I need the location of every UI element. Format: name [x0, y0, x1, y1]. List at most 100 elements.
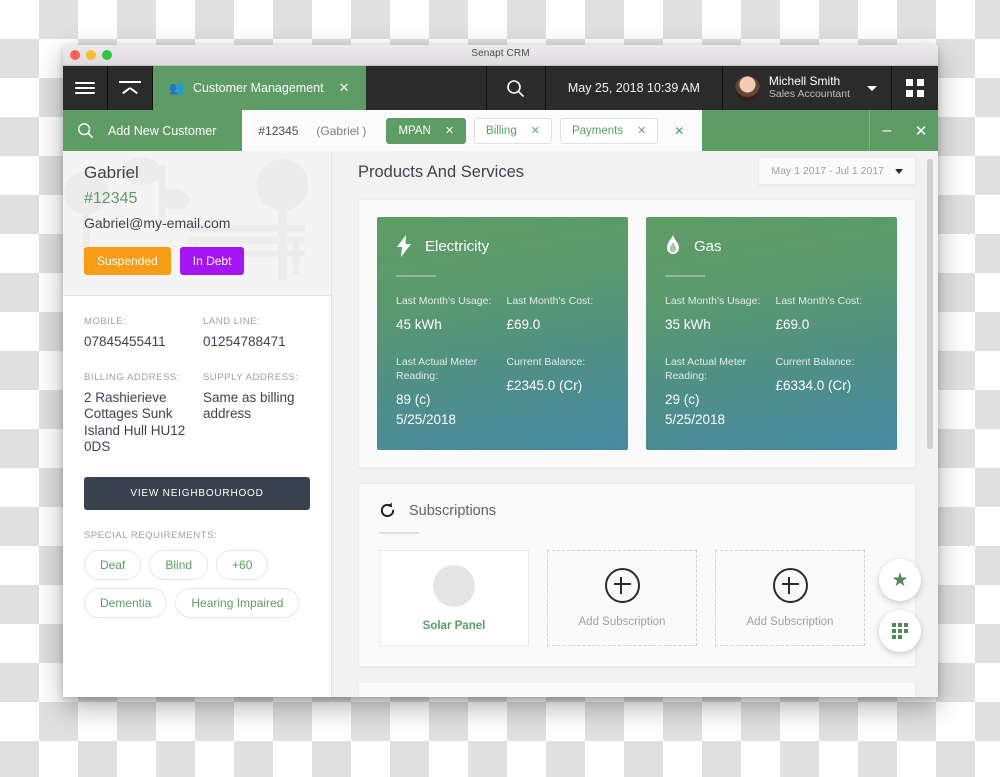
gas-usage: Last Month's Usage: 35 kWh [665, 294, 768, 335]
requirement-chip[interactable]: Blind [149, 550, 208, 580]
supply-address-field: SUPPLY ADDRESS: Same as billing address [203, 372, 310, 456]
current-datetime: May 25, 2018 10:39 AM [546, 66, 723, 110]
close-icon[interactable]: ✕ [445, 124, 454, 137]
subscription-label: Solar Panel [423, 620, 486, 632]
subscriptions-title: Subscriptions [409, 503, 496, 519]
requirement-chip[interactable]: Hearing Impaired [175, 588, 299, 618]
tab-payments-label: Payments [572, 125, 623, 137]
gas-meter: Last Actual Meter Reading: 29 (c) 5/25/2… [665, 355, 768, 430]
apps-button[interactable] [892, 66, 938, 110]
tab-billing-label: Billing [486, 125, 517, 137]
close-icon[interactable]: ✕ [637, 124, 646, 137]
search-icon [506, 79, 525, 98]
bolt-icon [396, 235, 412, 257]
requirement-chip[interactable]: Dementia [84, 588, 167, 618]
chevron-up-icon [119, 81, 141, 95]
mobile-label: MOBILE: [84, 316, 191, 327]
add-subscription-button[interactable]: Add Subscription [547, 550, 697, 646]
top-navigation-bar: 👥 Customer Management ✕ May 25, 2018 10:… [63, 66, 938, 110]
main-inner: Products And Services May 1 2017 - Jul 1… [332, 151, 938, 697]
customer-search-button[interactable] [63, 110, 108, 151]
customer-email: Gabriel@my-email.com [84, 215, 310, 231]
divider [665, 275, 705, 277]
tab-payments[interactable]: Payments ✕ [560, 118, 658, 144]
customer-tabstrip: #12345 (Gabriel ) MPAN ✕ Billing ✕ Payme… [242, 110, 702, 151]
electricity-meter-value: 89 (c) [396, 390, 499, 410]
dot-grid-icon [892, 623, 908, 639]
electricity-row-1: Last Month's Usage: 45 kWh Last Month's … [396, 294, 609, 335]
devices-header: Devices [359, 683, 915, 697]
global-search-button[interactable] [486, 66, 546, 110]
devices-panel: Devices [358, 682, 916, 697]
electricity-usage-label: Last Month's Usage: [396, 294, 499, 308]
user-name: Michell Smith [769, 75, 850, 88]
mobile-value: 07845455411 [84, 334, 191, 351]
date-range-value: May 1 2017 - Jul 1 2017 [771, 165, 884, 177]
app-tab-close-icon[interactable]: ✕ [339, 80, 350, 96]
divider [396, 275, 436, 277]
add-subscription-label: Add Subscription [579, 616, 666, 628]
tab-mpan[interactable]: MPAN ✕ [386, 118, 466, 144]
landline-label: LAND LINE: [203, 316, 310, 327]
subscription-solar-panel[interactable]: Solar Panel [379, 550, 529, 646]
add-subscription-button[interactable]: Add Subscription [715, 550, 865, 646]
tab-billing[interactable]: Billing ✕ [474, 118, 552, 144]
floating-action-buttons: ★ [879, 559, 921, 652]
secondary-tab-bar: Add New Customer #12345 (Gabriel ) MPAN … [63, 110, 938, 151]
requirement-chip[interactable]: Deaf [84, 550, 141, 580]
close-all-tabs-icon[interactable]: ✕ [666, 124, 692, 138]
tabstrip-customer-id: #12345 [258, 124, 298, 138]
window-title: Senapt CRM [63, 48, 938, 59]
add-new-customer-button[interactable]: Add New Customer [108, 110, 242, 151]
minimize-button[interactable]: – [870, 122, 904, 140]
app-tab-label: Customer Management [193, 81, 324, 95]
plus-circle-icon [605, 568, 640, 603]
electricity-balance-label: Current Balance: [507, 355, 610, 369]
solar-panel-icon [433, 565, 475, 607]
window-body: Gabriel #12345 Gabriel@my-email.com Susp… [63, 151, 938, 697]
keypad-fab[interactable] [879, 610, 921, 652]
close-icon[interactable]: ✕ [531, 124, 540, 137]
app-window: Senapt CRM 👥 Customer Management ✕ May 2… [63, 45, 938, 697]
gas-cost: Last Month's Cost: £69.0 [776, 294, 879, 335]
utility-cards: Electricity Last Month's Usage: 45 kWh L… [359, 200, 915, 467]
gas-usage-value: 35 kWh [665, 315, 768, 335]
menu-button[interactable] [63, 66, 108, 110]
user-role: Sales Accountant [769, 88, 850, 101]
add-subscription-label: Add Subscription [747, 616, 834, 628]
close-button[interactable]: ✕ [904, 122, 938, 140]
app-tab-customer-management[interactable]: 👥 Customer Management ✕ [153, 66, 366, 110]
topnav-spacer [366, 66, 485, 110]
customer-details: MOBILE: 07845455411 LAND LINE: 012547884… [63, 296, 331, 618]
subscriptions-header: Subscriptions [359, 484, 915, 519]
requirement-chip[interactable]: +60 [216, 550, 268, 580]
utilities-panel: Electricity Last Month's Usage: 45 kWh L… [358, 199, 916, 468]
chevron-down-icon [895, 169, 903, 174]
view-neighbourhood-button[interactable]: VIEW NEIGHBOURHOOD [84, 477, 310, 510]
landline-field: LAND LINE: 01254788471 [203, 316, 310, 351]
avatar [735, 76, 760, 101]
special-requirements-label: SPECIAL REQUIREMENTS: [84, 530, 310, 541]
electricity-meter: Last Actual Meter Reading: 89 (c) 5/25/2… [396, 355, 499, 430]
main-content: Products And Services May 1 2017 - Jul 1… [332, 151, 938, 697]
electricity-row-2: Last Actual Meter Reading: 89 (c) 5/25/2… [396, 355, 609, 430]
utility-card-electricity[interactable]: Electricity Last Month's Usage: 45 kWh L… [377, 217, 628, 450]
user-menu[interactable]: Michell Smith Sales Accountant [723, 66, 892, 110]
date-range-selector[interactable]: May 1 2017 - Jul 1 2017 [758, 157, 916, 185]
collapse-button[interactable] [108, 66, 153, 110]
utility-card-gas[interactable]: Gas Last Month's Usage: 35 kWh Last Mont… [646, 217, 897, 450]
favourite-fab[interactable]: ★ [879, 559, 921, 601]
gas-card-title: Gas [694, 238, 722, 255]
main-scrollbar[interactable] [927, 159, 933, 690]
electricity-balance-value: £2345.0 (Cr) [507, 376, 610, 396]
gas-usage-label: Last Month's Usage: [665, 294, 768, 308]
tab-mpan-label: MPAN [398, 125, 430, 137]
scrollbar-thumb[interactable] [927, 159, 933, 449]
gas-meter-label: Last Actual Meter Reading: [665, 355, 768, 383]
status-badges: Suspended In Debt [84, 247, 310, 275]
apps-grid-icon [906, 79, 924, 97]
page-title: Products And Services [358, 163, 524, 182]
gas-balance-value: £6334.0 (Cr) [776, 376, 879, 396]
gas-meter-value: 29 (c) [665, 390, 768, 410]
electricity-cost-value: £69.0 [507, 315, 610, 335]
